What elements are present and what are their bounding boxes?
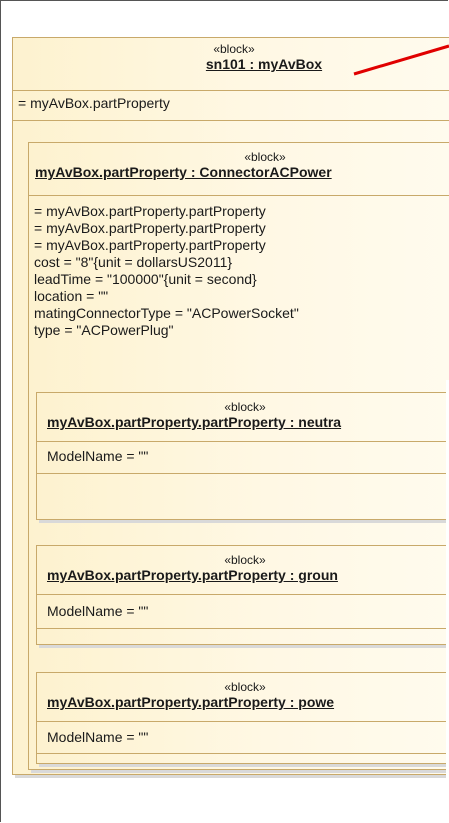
block-name: sn101 : myAvBox xyxy=(205,56,323,72)
divider xyxy=(13,90,449,91)
block-name: myAvBox.partProperty.partProperty : neut… xyxy=(47,414,342,430)
stereotype-label: «block» xyxy=(224,553,266,567)
attribute-row: leadTime = "100000"{unit = second} xyxy=(34,271,257,287)
block-name: myAvBox.partProperty.partProperty : powe xyxy=(47,694,335,710)
block-name: myAvBox.partProperty.partProperty : grou… xyxy=(47,567,338,583)
attribute-row: = myAvBox.partProperty xyxy=(18,95,170,111)
divider xyxy=(37,473,449,474)
attribute-row: = myAvBox.partProperty.partProperty xyxy=(34,237,266,253)
attribute-row: = myAvBox.partProperty.partProperty xyxy=(34,220,266,236)
block-ground[interactable]: «block» myAvBox.partProperty.partPropert… xyxy=(36,545,449,645)
attribute-row: ModelName = "" xyxy=(47,448,149,464)
divider xyxy=(37,441,449,442)
block-power[interactable]: «block» myAvBox.partProperty.partPropert… xyxy=(36,672,449,764)
attribute-row: ModelName = "" xyxy=(47,603,149,619)
stereotype-label: «block» xyxy=(244,150,286,164)
block-name: myAvBox.partProperty : ConnectorACPower xyxy=(35,164,332,180)
divider xyxy=(37,628,449,629)
attribute-row: ModelName = "" xyxy=(47,729,149,745)
attribute-row: matingConnectorType = "ACPowerSocket" xyxy=(34,305,299,321)
attribute-row: cost = "8"{unit = dollarsUS2011} xyxy=(34,254,233,270)
divider xyxy=(37,721,449,722)
attribute-row: type = "ACPowerPlug" xyxy=(34,322,174,338)
divider xyxy=(37,594,449,595)
stereotype-label: «block» xyxy=(224,400,266,414)
attribute-row: = myAvBox.partProperty.partProperty xyxy=(34,203,266,219)
divider xyxy=(13,120,449,121)
stereotype-label: «block» xyxy=(224,680,266,694)
attribute-row: location = "" xyxy=(34,288,109,304)
block-neutral[interactable]: «block» myAvBox.partProperty.partPropert… xyxy=(36,392,449,520)
stereotype-label: «block» xyxy=(213,42,255,56)
divider xyxy=(37,753,449,754)
divider xyxy=(29,195,449,196)
